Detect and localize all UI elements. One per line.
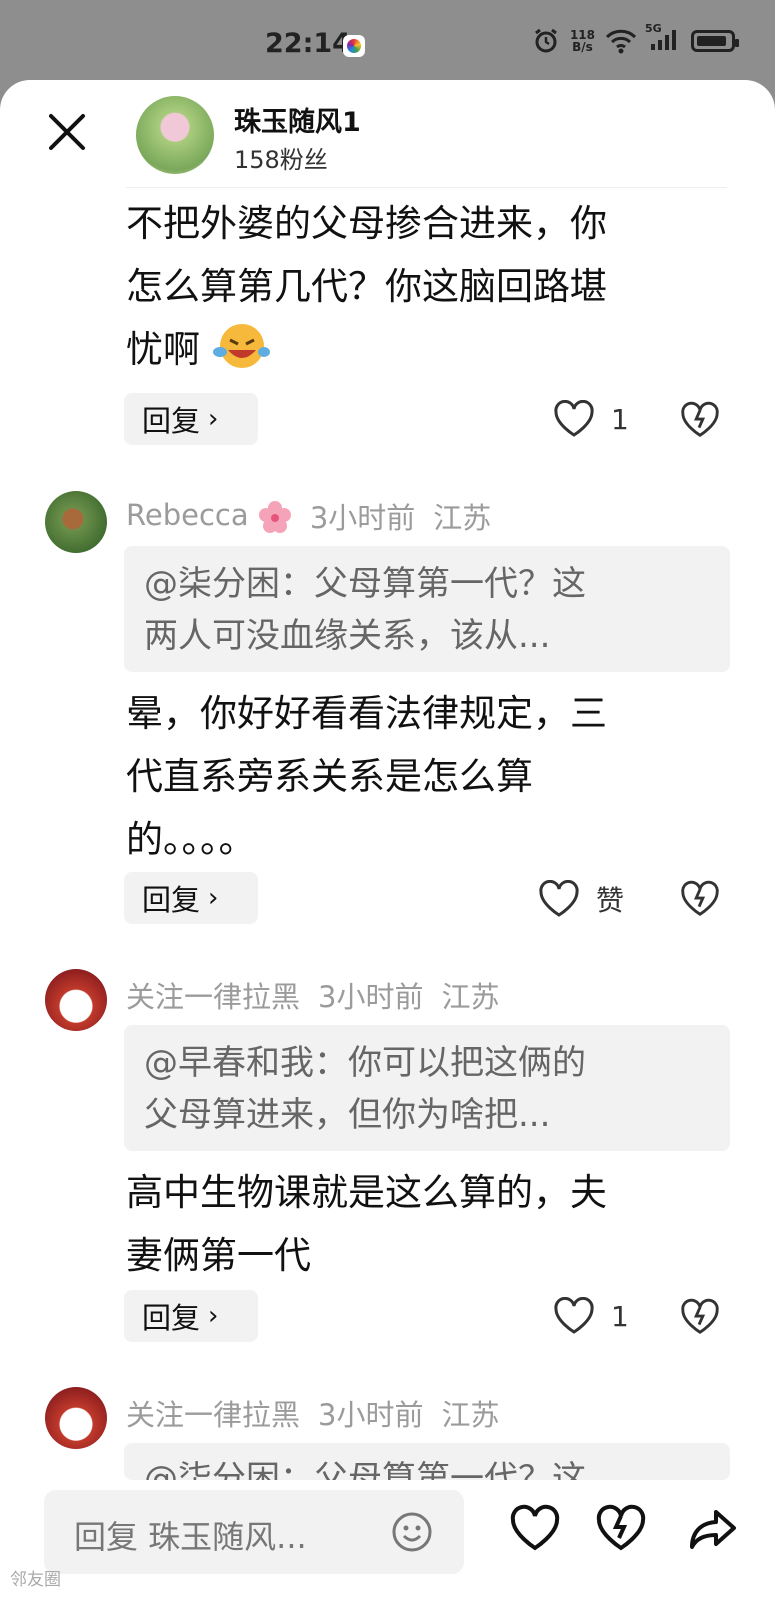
author-fans-count: 158粉丝 (234, 146, 328, 174)
username[interactable]: Rebecca (126, 498, 292, 534)
header-divider (126, 187, 727, 188)
comment-line: 忧啊 (126, 328, 200, 371)
chevron-right-icon: › (208, 883, 219, 913)
username[interactable]: 关注一律拉黑 (126, 1392, 300, 1434)
quote-line: @早春和我：你可以把这俩的 (144, 1043, 586, 1083)
main-comment-text: 不把外婆的父母掺合进来，你 怎么算第几代？你这脑回路堪 忧啊 (126, 192, 726, 381)
wifi-icon (605, 29, 637, 54)
avatar[interactable] (45, 969, 107, 1031)
network-type-label: 5G (645, 22, 662, 35)
close-icon[interactable] (45, 110, 89, 154)
chevron-right-icon: › (208, 404, 219, 434)
comment-line: 晕，你好好看看法律规定，三 (126, 692, 607, 735)
broken-heart-icon[interactable] (680, 400, 720, 440)
comment-line: 怎么算第几代？你这脑回路堪 (126, 265, 607, 308)
cellular-signal: 5G (645, 22, 681, 56)
share-icon[interactable] (688, 1504, 738, 1554)
comment-location: 江苏 (441, 980, 500, 1014)
status-time: 22:14 (265, 28, 351, 59)
quote-line: 父母算进来，但你为啥把... (144, 1095, 551, 1135)
reply-button[interactable]: 回复 › (124, 1290, 258, 1342)
comment-line: 高中生物课就是这么算的，夫 (126, 1171, 607, 1214)
reply-label: 回复 (142, 1301, 201, 1335)
quoted-comment[interactable]: @早春和我：你可以把这俩的 父母算进来，但你为啥把... (124, 1025, 730, 1151)
comment-meta: Rebecca 3小时前 江苏 (126, 495, 491, 537)
reply-button[interactable]: 回复 › (124, 393, 258, 445)
like-button[interactable]: 1 (553, 1297, 629, 1335)
comment-line: 的。。。。 (126, 818, 256, 861)
comment-location: 江苏 (433, 501, 492, 535)
avatar[interactable] (45, 491, 107, 553)
laughing-crying-emoji-icon (212, 324, 270, 368)
username-text: Rebecca (126, 498, 249, 532)
comment-line: 代直系旁系关系是怎么算 (126, 755, 533, 798)
comment-line: 不把外婆的父母掺合进来，你 (126, 202, 607, 245)
reply-input-placeholder: 回复 珠玉随风... (74, 1518, 307, 1556)
status-icons: 118 B/s 5G (532, 22, 739, 56)
avatar[interactable] (45, 1387, 107, 1449)
alarm-icon (535, 28, 557, 53)
like-count: 1 (611, 1299, 629, 1333)
watermark: 邻友圈 (10, 1570, 61, 1590)
quoted-comment[interactable]: @柒分困：父母算第一代？这 (124, 1443, 730, 1480)
like-button[interactable]: 1 (553, 400, 629, 438)
broken-heart-icon[interactable] (680, 1297, 720, 1337)
comment-time: 3小时前 (318, 1398, 424, 1432)
heart-icon (539, 880, 579, 917)
comment-time: 3小时前 (318, 980, 424, 1014)
author-avatar[interactable] (136, 96, 214, 174)
quoted-comment[interactable]: @柒分困：父母算第一代？这 两人可没血缘关系，该从... (124, 546, 730, 672)
author-name[interactable]: 珠玉随风1 (234, 100, 361, 139)
cherry-blossom-icon (258, 501, 291, 533)
like-button[interactable]: 赞 (538, 879, 624, 919)
bottom-action-bar: 回复 珠玉随风... (0, 1480, 775, 1600)
chevron-right-icon: › (208, 1301, 219, 1331)
comment-text: 晕，你好好看看法律规定，三 代直系旁系关系是怎么算 的。。。。 (126, 682, 726, 871)
reply-label: 回复 (142, 404, 201, 438)
reply-label: 回复 (142, 883, 201, 917)
network-speed: 118 B/s (570, 29, 595, 53)
like-heart-icon[interactable] (510, 1504, 560, 1554)
comment-text: 高中生物课就是这么算的，夫 妻俩第一代 (126, 1161, 726, 1287)
quote-line: 两人可没血缘关系，该从... (144, 616, 551, 656)
comment-time: 3小时前 (309, 501, 416, 535)
quote-line: @柒分困：父母算第一代？这 (144, 564, 586, 604)
like-count: 1 (611, 402, 629, 436)
comment-location: 江苏 (441, 1398, 500, 1432)
broken-heart-icon[interactable] (680, 879, 720, 919)
quote-line: @柒分困：父母算第一代？这 (144, 1459, 586, 1480)
like-label: 赞 (596, 884, 625, 917)
status-bar: 22:14 118 B/s 5G (0, 0, 775, 80)
comment-line-wrap: 忧啊 (126, 318, 726, 381)
comment-meta: 关注一律拉黑 3小时前 江苏 (126, 974, 499, 1016)
heart-icon (554, 1297, 594, 1334)
username[interactable]: 关注一律拉黑 (126, 974, 300, 1016)
comment-meta: 关注一律拉黑 3小时前 江苏 (126, 1392, 499, 1434)
reply-input[interactable]: 回复 珠玉随风... (44, 1490, 464, 1574)
heart-icon (554, 400, 594, 437)
app-indicator-icon (343, 35, 365, 57)
comment-line: 妻俩第一代 (126, 1234, 311, 1277)
network-speed-unit: B/s (572, 40, 593, 54)
broken-heart-icon[interactable] (596, 1504, 646, 1554)
reply-button[interactable]: 回复 › (124, 872, 258, 924)
emoji-icon[interactable] (390, 1510, 434, 1554)
battery-icon (691, 30, 739, 52)
